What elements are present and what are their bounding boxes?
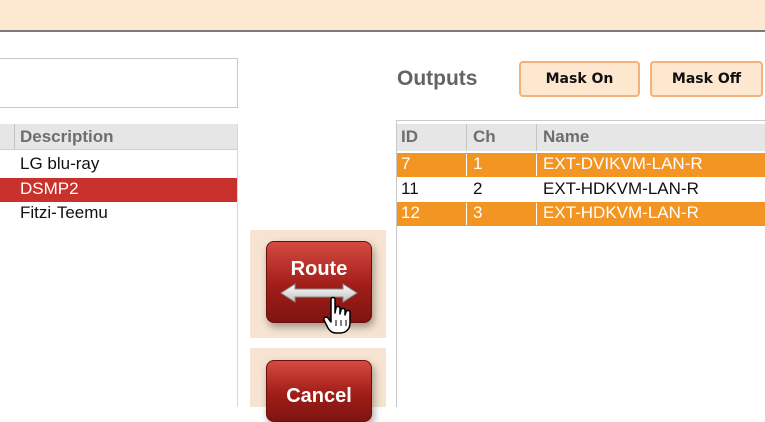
output-id: 12 <box>401 203 420 222</box>
outputs-table-header: ID Ch Name <box>397 124 765 151</box>
output-row-highlighted[interactable]: 7 1 EXT-DVIKVM-LAN-R <box>397 153 765 177</box>
mask-off-button[interactable]: Mask Off <box>650 61 763 97</box>
column-header-name[interactable]: Name <box>543 127 589 147</box>
mask-on-button[interactable]: Mask On <box>519 61 640 97</box>
output-name: EXT-DVIKVM-LAN-R <box>543 154 703 173</box>
column-header-ch[interactable]: Ch <box>473 127 496 147</box>
hand-pointer-icon <box>323 296 351 334</box>
column-separator <box>536 124 537 151</box>
column-separator <box>466 124 467 151</box>
output-row[interactable]: 11 2 EXT-HDKVM-LAN-R <box>397 178 765 202</box>
output-ch: 1 <box>473 154 483 173</box>
cancel-label: Cancel <box>286 385 352 407</box>
input-row[interactable]: LG blu-ray <box>0 153 237 177</box>
output-id: 11 <box>401 179 419 198</box>
output-name: EXT-HDKVM-LAN-R <box>543 179 699 198</box>
output-ch: 3 <box>473 203 483 222</box>
cancel-button[interactable]: Cancel <box>266 360 372 422</box>
cell-separator <box>466 154 467 176</box>
cell-separator <box>536 203 537 225</box>
input-row-selected[interactable]: DSMP2 <box>0 178 237 202</box>
route-button[interactable]: Route <box>266 241 372 323</box>
input-description: LG blu-ray <box>20 154 100 173</box>
cell-separator <box>536 154 537 176</box>
output-name: EXT-HDKVM-LAN-R <box>543 203 699 222</box>
top-bar <box>0 0 765 32</box>
output-ch: 2 <box>473 179 483 198</box>
input-description: DSMP2 <box>20 179 79 198</box>
output-id: 7 <box>401 154 411 173</box>
search-input[interactable] <box>0 58 238 108</box>
input-description: Fitzi-Teemu <box>20 203 108 222</box>
route-label: Route <box>290 258 348 280</box>
inputs-table-header: Description <box>0 124 237 150</box>
column-header-description[interactable]: Description <box>20 127 114 147</box>
input-row[interactable]: Fitzi-Teemu <box>0 202 237 226</box>
inputs-panel-border <box>237 124 238 407</box>
outputs-title: Outputs <box>397 67 478 90</box>
cell-separator <box>466 203 467 225</box>
output-row-highlighted[interactable]: 12 3 EXT-HDKVM-LAN-R <box>397 202 765 226</box>
column-header-id[interactable]: ID <box>401 127 418 147</box>
column-separator <box>14 124 15 150</box>
